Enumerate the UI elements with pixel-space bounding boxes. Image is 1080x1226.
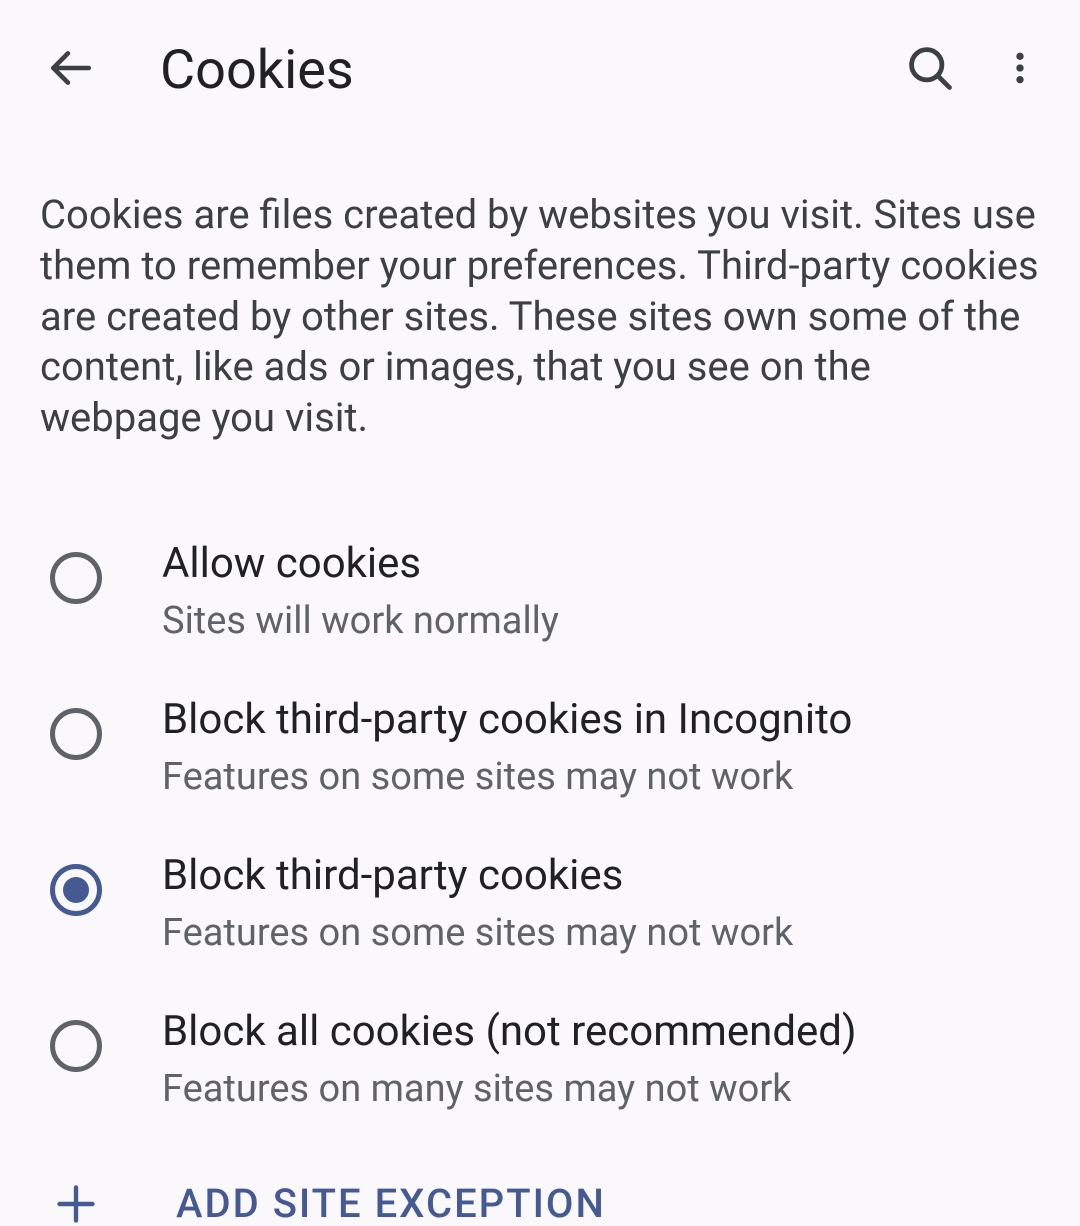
option-title: Allow cookies bbox=[162, 538, 1040, 591]
page-title: Cookies bbox=[160, 39, 880, 102]
option-subtitle: Sites will work normally bbox=[162, 598, 1040, 646]
radio-button[interactable] bbox=[50, 708, 102, 760]
radio-button[interactable] bbox=[50, 552, 102, 604]
option-block-third-party[interactable]: Block third-party cookies Features on so… bbox=[0, 826, 1080, 982]
more-vert-icon bbox=[1000, 42, 1040, 98]
radio-button[interactable] bbox=[50, 864, 102, 916]
overflow-menu-button[interactable] bbox=[980, 30, 1060, 110]
option-title: Block third-party cookies bbox=[162, 850, 1040, 903]
radio-button[interactable] bbox=[50, 1020, 102, 1072]
add-site-exception-label: ADD SITE EXCEPTION bbox=[176, 1180, 606, 1226]
option-subtitle: Features on many sites may not work bbox=[162, 1066, 1040, 1114]
option-title: Block third-party cookies in Incognito bbox=[162, 694, 1040, 747]
option-title: Block all cookies (not recommended) bbox=[162, 1006, 1040, 1059]
option-subtitle: Features on some sites may not work bbox=[162, 910, 1040, 958]
search-button[interactable] bbox=[890, 30, 970, 110]
search-icon bbox=[904, 42, 956, 98]
add-site-exception-button[interactable]: ADD SITE EXCEPTION bbox=[0, 1138, 1080, 1226]
option-subtitle: Features on some sites may not work bbox=[162, 754, 1040, 802]
cookie-options-group: Allow cookies Sites will work normally B… bbox=[0, 474, 1080, 1138]
option-allow-cookies[interactable]: Allow cookies Sites will work normally bbox=[0, 514, 1080, 670]
arrow-left-icon bbox=[45, 43, 95, 97]
cookies-description: Cookies are files created by websites yo… bbox=[0, 140, 1080, 474]
option-block-third-party-incognito[interactable]: Block third-party cookies in Incognito F… bbox=[0, 670, 1080, 826]
option-block-all-cookies[interactable]: Block all cookies (not recommended) Feat… bbox=[0, 982, 1080, 1138]
plus-icon bbox=[50, 1178, 102, 1226]
back-button[interactable] bbox=[30, 30, 110, 110]
